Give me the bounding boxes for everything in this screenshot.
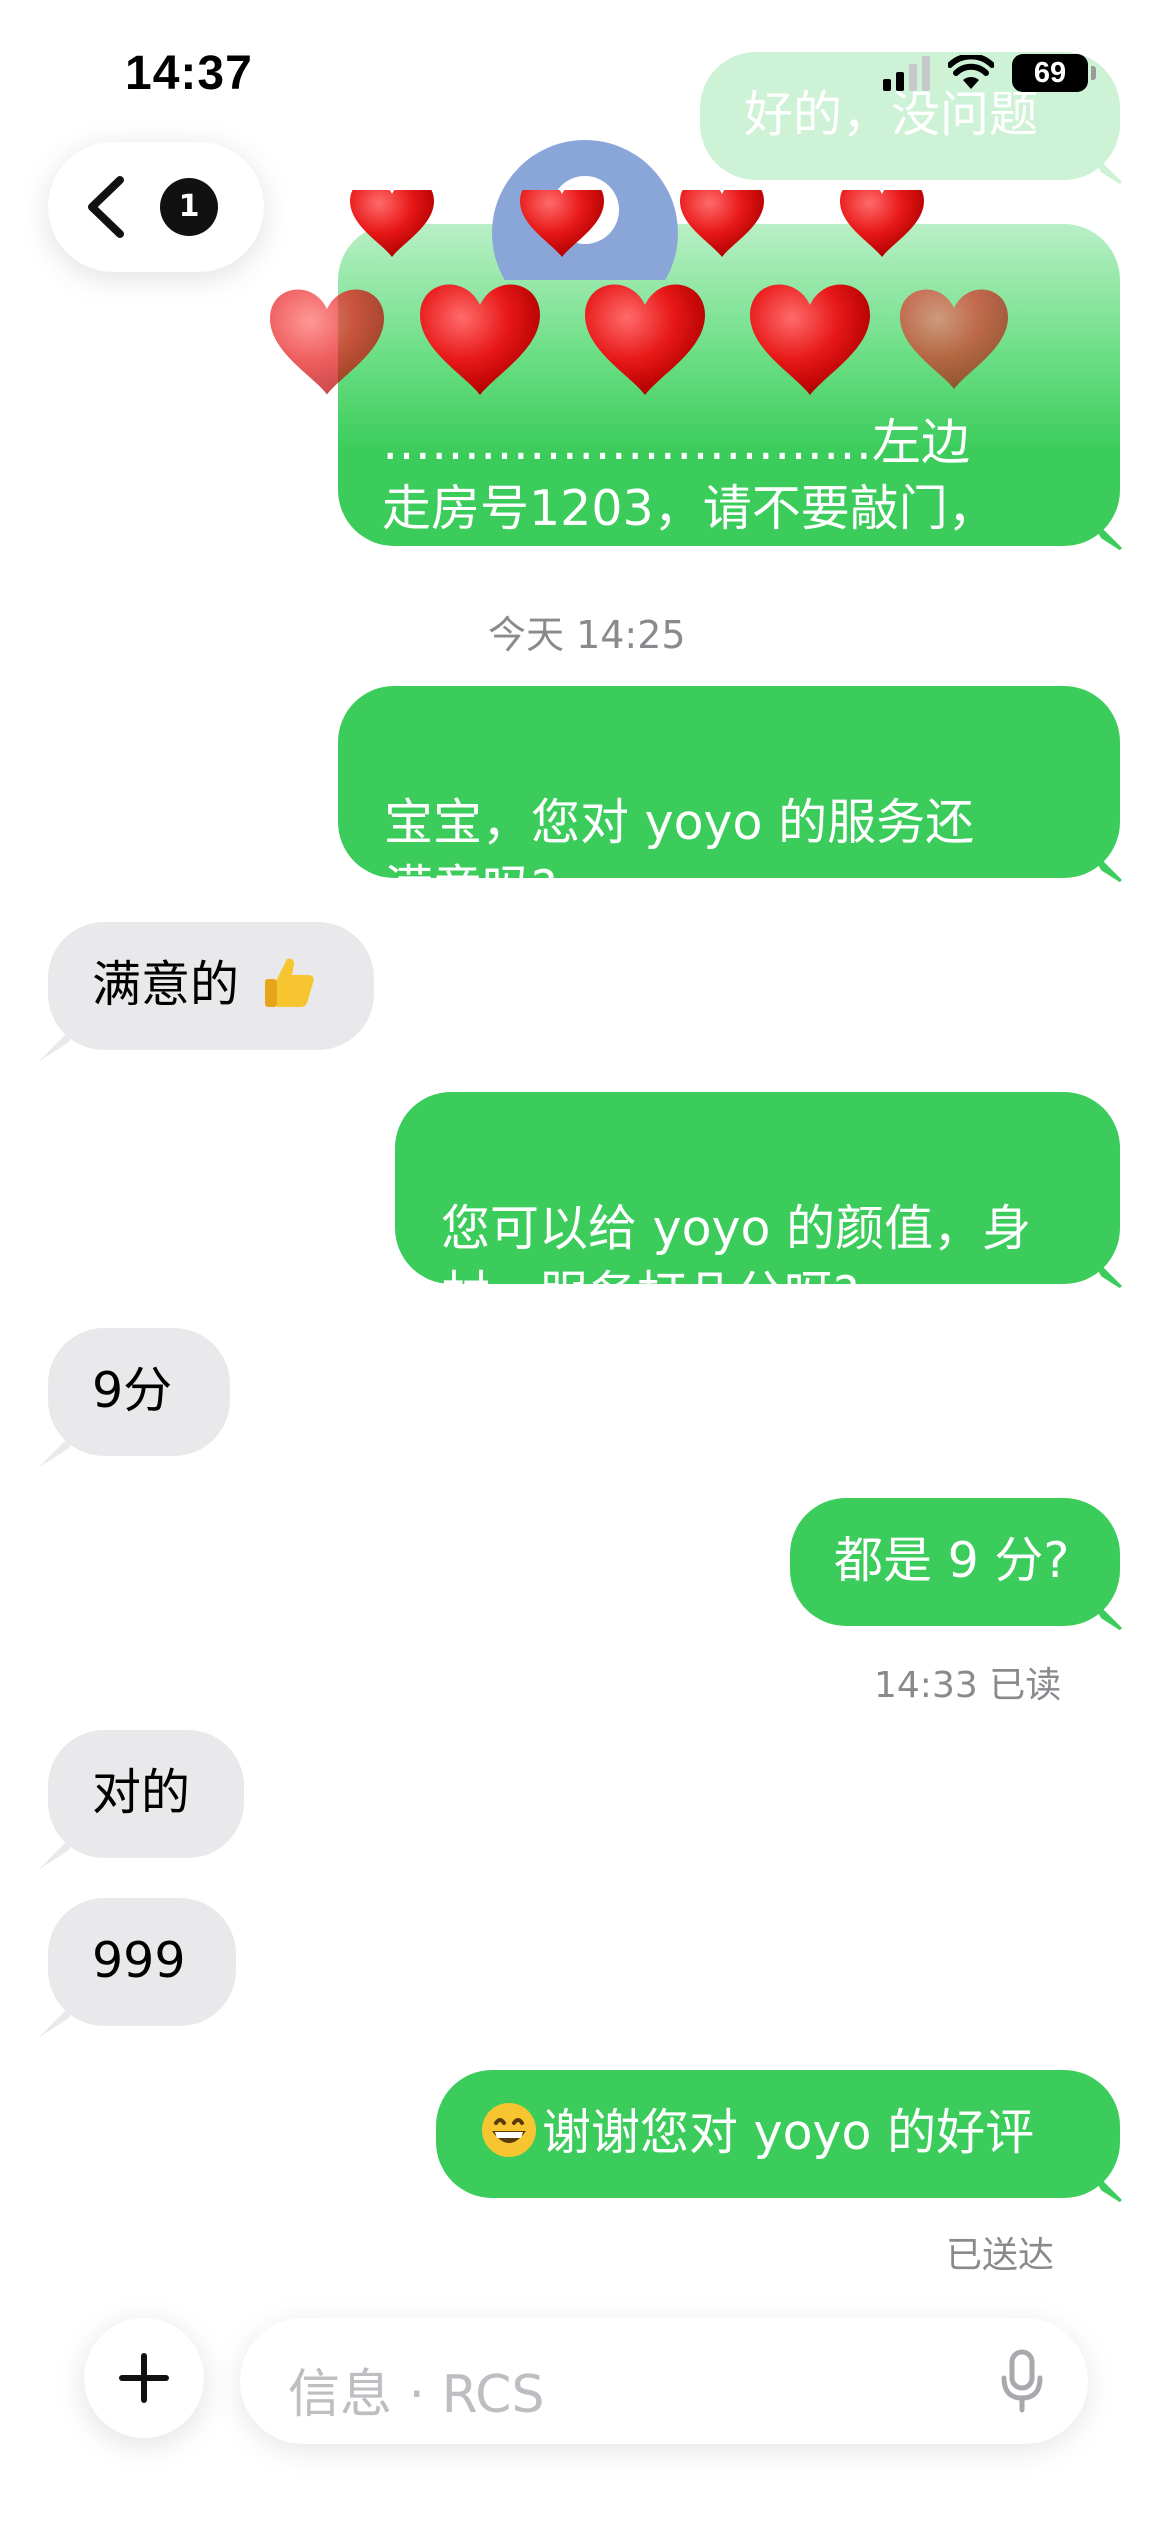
message-outgoing[interactable]: 都是 9 分? bbox=[790, 1498, 1120, 1626]
unread-badge: 1 bbox=[160, 178, 218, 236]
status-bar: 14:37 69 bbox=[0, 0, 1170, 150]
message-input-placeholder: 信息 · RCS bbox=[288, 2365, 545, 2425]
message-outgoing[interactable]: 您可以给 yoyo 的颜值，身 材，服务打几分呀? bbox=[395, 1092, 1120, 1323]
location-pin-icon bbox=[492, 140, 678, 280]
message-text: 999 bbox=[92, 1932, 186, 1989]
status-icons: 69 bbox=[883, 54, 1096, 92]
signal-icon bbox=[883, 55, 930, 91]
message-text: 都是 9 分? bbox=[834, 1532, 1070, 1589]
message-outgoing-obscured[interactable]: …………………………左边 走房号1203，请不要敲门， 谢谢您 bbox=[338, 224, 1120, 603]
add-attachment-button[interactable] bbox=[84, 2318, 204, 2438]
message-input[interactable]: 信息 · RCS bbox=[240, 2318, 1088, 2444]
battery-icon: 69 bbox=[1012, 54, 1096, 92]
message-text: 9分 bbox=[92, 1362, 173, 1419]
microphone-icon[interactable] bbox=[1000, 2348, 1044, 2414]
back-button[interactable]: 1 bbox=[48, 142, 264, 272]
message-outgoing[interactable]: 谢谢您对 yoyo 的好评 bbox=[436, 2070, 1120, 2198]
conversation-timestamp: 今天 14:25 bbox=[488, 613, 686, 657]
message-text: 您可以给 yoyo 的颜值，身 材，服务打几分呀? bbox=[441, 1200, 1032, 1323]
message-text: 谢谢您对 yoyo 的好评 bbox=[542, 2104, 1035, 2161]
read-receipt: 14:33 已读 bbox=[874, 1665, 1062, 1706]
back-chevron-icon bbox=[88, 176, 124, 238]
plus-icon bbox=[119, 2353, 169, 2403]
message-text: 宝宝，您对 yoyo 的服务还 满意吗? bbox=[384, 794, 975, 917]
message-incoming[interactable]: 999 bbox=[48, 1898, 236, 2026]
message-outgoing[interactable]: 宝宝，您对 yoyo 的服务还 满意吗? bbox=[338, 686, 1120, 917]
message-text: 满意的 bbox=[92, 956, 240, 1013]
thumbs-up-icon bbox=[264, 958, 314, 1007]
wifi-icon bbox=[948, 55, 994, 89]
grinning-face-icon bbox=[482, 2103, 536, 2157]
status-time: 14:37 bbox=[125, 47, 253, 100]
delivery-status: 已送达 bbox=[946, 2235, 1055, 2276]
message-incoming[interactable]: 满意的 bbox=[48, 922, 374, 1050]
message-text: 对的 bbox=[92, 1764, 191, 1821]
message-text: …………………………左边 走房号1203，请不要敲门， 谢谢您 bbox=[382, 414, 997, 603]
message-incoming[interactable]: 9分 bbox=[48, 1328, 230, 1456]
message-incoming[interactable]: 对的 bbox=[48, 1730, 244, 1858]
